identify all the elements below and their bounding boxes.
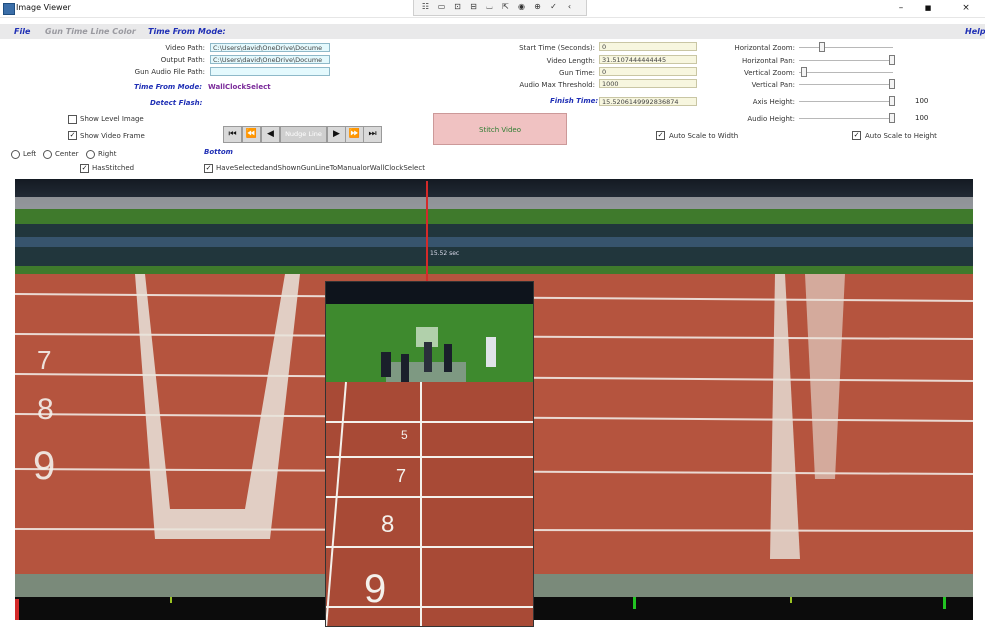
show-video-frame-label: Show Video Frame	[80, 132, 145, 140]
align-right-radio[interactable]	[86, 150, 95, 159]
start-time-input[interactable]: 0	[599, 42, 697, 51]
audio-threshold-input[interactable]: 1000	[599, 79, 697, 88]
check-icon[interactable]: ✓	[548, 2, 559, 12]
axis-height-value: 100	[915, 97, 929, 105]
output-path-input[interactable]: C:\Users\david\OneDrive\Docume	[210, 55, 330, 64]
vertical-zoom-label: Vertical Zoom:	[744, 69, 795, 77]
has-stitched-label: HasStitched	[92, 164, 135, 172]
show-level-image-label: Show Level Image	[80, 115, 144, 123]
auto-scale-width-checkbox[interactable]: ✓	[656, 131, 665, 140]
video-length-input[interactable]: 31.5107444444445	[599, 55, 697, 64]
gun-audio-input[interactable]	[210, 67, 330, 76]
bottom-label: Bottom	[204, 148, 233, 156]
finish-time-input[interactable]: 15.5206149992836874	[599, 97, 697, 106]
align-center-label: Center	[55, 150, 79, 158]
close-button[interactable]: ×	[955, 1, 977, 15]
time-marker-label: 15.52 sec	[430, 250, 460, 257]
select-icon[interactable]: ⊡	[452, 2, 463, 12]
show-level-image-checkbox[interactable]	[68, 115, 77, 124]
nudge-line-label: Nudge Line	[280, 126, 327, 143]
finish-time-label: Finish Time:	[550, 97, 599, 105]
pointer-icon[interactable]: ⇱	[500, 2, 511, 12]
show-video-frame-checkbox[interactable]: ✓	[68, 131, 77, 140]
align-center-radio[interactable]	[43, 150, 52, 159]
svg-text:9: 9	[33, 444, 55, 488]
page-icon[interactable]: ☷	[420, 2, 431, 12]
audio-height-track	[799, 118, 893, 119]
video-length-label: Video Length:	[546, 57, 595, 65]
horizontal-pan-slider[interactable]	[889, 55, 895, 65]
horizontal-pan-track	[799, 60, 893, 61]
maximize-button[interactable]: ■	[917, 1, 939, 15]
audio-threshold-label: Audio Max Threshold:	[519, 81, 595, 89]
svg-text:8: 8	[381, 511, 394, 538]
vertical-zoom-track	[799, 72, 893, 73]
record-icon[interactable]: ◉	[516, 2, 527, 12]
menu-help[interactable]: Help	[965, 27, 985, 36]
vertical-pan-label: Vertical Pan:	[751, 81, 795, 89]
back-icon[interactable]: ‹	[564, 2, 575, 12]
align-left-radio[interactable]	[11, 150, 20, 159]
vertical-pan-track	[799, 84, 893, 85]
gun-time-label: Gun Time:	[558, 69, 595, 77]
horizontal-zoom-label: Horizontal Zoom:	[734, 44, 795, 52]
tooltip-icon[interactable]: ⊟	[468, 2, 479, 12]
vertical-zoom-slider[interactable]	[800, 67, 807, 77]
has-stitched-checkbox[interactable]: ✓	[80, 164, 89, 173]
window-title: Image Viewer	[16, 3, 71, 12]
minimize-button[interactable]: –	[890, 1, 912, 15]
axis-height-slider[interactable]	[889, 96, 895, 106]
svg-text:7: 7	[37, 345, 51, 375]
last-frame-button[interactable]: ⏭	[363, 126, 382, 143]
axis-height-track	[799, 101, 893, 102]
first-frame-button[interactable]: ⏮	[223, 126, 242, 143]
menu-gun-time-line-color[interactable]: Gun Time Line Color	[45, 27, 136, 36]
svg-text:5: 5	[401, 428, 408, 442]
have-selected-label: HaveSelectedandShownGunLineToManualorWal…	[216, 164, 425, 172]
horizontal-zoom-slider[interactable]	[818, 42, 825, 52]
prev-fast-button[interactable]: ⏪	[242, 126, 261, 143]
audio-height-slider[interactable]	[889, 113, 895, 123]
horizontal-zoom-track	[799, 47, 893, 48]
video-icon[interactable]: ▭	[436, 2, 447, 12]
auto-scale-height-checkbox[interactable]: ✓	[852, 131, 861, 140]
detect-flash-label: Detect Flash:	[150, 99, 203, 107]
svg-text:9: 9	[364, 567, 386, 611]
video-path-input[interactable]: C:\Users\david\OneDrive\Docume	[210, 43, 330, 52]
next-fast-button[interactable]: ⏩	[345, 126, 364, 143]
auto-scale-width-label: Auto Scale to Width	[669, 132, 739, 140]
svg-text:7: 7	[396, 466, 406, 486]
horizontal-pan-label: Horizontal Pan:	[742, 57, 795, 65]
audio-height-value: 100	[915, 114, 929, 122]
next-frame-button[interactable]: ▶	[327, 126, 346, 143]
menu-file[interactable]: File	[14, 27, 30, 36]
capture-toolbar: ☷ ▭ ⊡ ⊟ ⌴ ⇱ ◉ ⊕ ✓ ‹	[413, 0, 587, 16]
align-right-label: Right	[98, 150, 117, 158]
vertical-pan-slider[interactable]	[889, 79, 895, 89]
svg-text:8: 8	[37, 393, 54, 426]
menu-bar: File Gun Time Line Color Time From Mode:…	[0, 24, 985, 39]
audio-height-label: Audio Height:	[747, 115, 795, 123]
gun-time-input[interactable]: 0	[599, 67, 697, 76]
prev-frame-button[interactable]: ◀	[261, 126, 280, 143]
app-icon	[3, 3, 15, 15]
frame-icon[interactable]: ⌴	[484, 2, 495, 12]
align-left-label: Left	[23, 150, 37, 158]
video-path-label: Video Path:	[165, 44, 205, 52]
video-frame-inset: 5 7 8 9	[325, 281, 534, 627]
axis-height-label: Axis Height:	[752, 98, 795, 106]
start-time-label: Start Time (Seconds):	[519, 44, 595, 52]
target-icon[interactable]: ⊕	[532, 2, 543, 12]
output-path-label: Output Path:	[160, 56, 205, 64]
time-from-mode-label: Time From Mode:	[134, 83, 202, 91]
video-frame-canvas: 5 7 8 9	[326, 282, 533, 626]
gun-audio-label: Gun Audio File Path:	[134, 68, 205, 76]
menu-time-from-mode[interactable]: Time From Mode:	[148, 27, 226, 36]
have-selected-checkbox[interactable]: ✓	[204, 164, 213, 173]
time-from-mode-value[interactable]: WallClockSelect	[208, 83, 271, 91]
auto-scale-height-label: Auto Scale to Height	[865, 132, 937, 140]
stitch-video-button[interactable]: Stitch Video	[433, 113, 567, 145]
